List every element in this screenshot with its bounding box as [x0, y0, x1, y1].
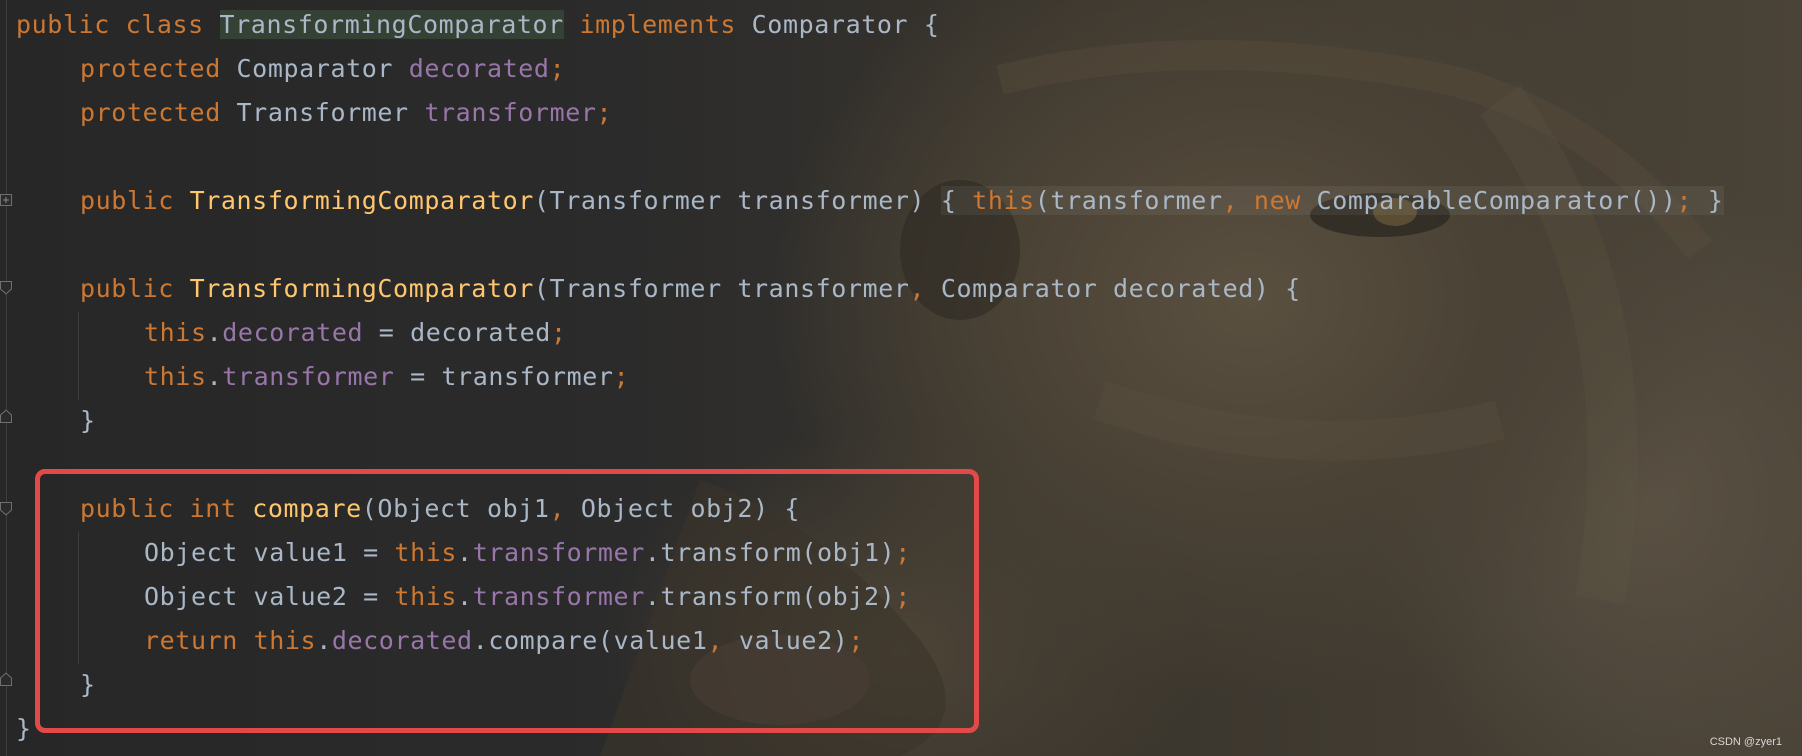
- brace: }: [80, 406, 96, 435]
- field-name: decorated: [222, 318, 364, 347]
- dot: .: [206, 318, 223, 347]
- semicolon: ;: [550, 318, 567, 347]
- assignment: = transformer: [410, 362, 614, 391]
- method-name: TransformingComparator: [189, 186, 534, 215]
- brace: }: [16, 714, 32, 743]
- keyword: protected: [80, 54, 221, 83]
- keyword: this: [144, 318, 207, 347]
- type-name: Comparator: [751, 10, 909, 39]
- semicolon: ;: [549, 54, 566, 83]
- code-line-2: protected Comparator decorated;: [80, 47, 565, 91]
- params: (Transformer transformer): [533, 186, 926, 215]
- code-line-5: public TransformingComparator(Transforme…: [80, 179, 1724, 223]
- method-name: TransformingComparator: [189, 274, 534, 303]
- params: (Transformer transformer: [533, 274, 910, 303]
- code-line-3: protected Transformer transformer;: [80, 91, 612, 135]
- semicolon: ;: [596, 98, 613, 127]
- code-line-8: this.decorated = decorated;: [144, 311, 567, 355]
- watermark: CSDN @zyer1: [1709, 736, 1782, 748]
- semicolon: ;: [613, 362, 630, 391]
- code-line-17: }: [16, 707, 32, 751]
- keyword: implements: [579, 10, 736, 39]
- class-name: TransformingComparator: [219, 10, 564, 39]
- comma: ,: [909, 274, 926, 303]
- fold-end-icon[interactable]: [0, 409, 12, 423]
- fold-collapse-icon[interactable]: [0, 502, 12, 516]
- fold-end-icon[interactable]: [0, 672, 12, 686]
- code-line-9: this.transformer = transformer;: [144, 355, 629, 399]
- brace: {: [923, 10, 940, 39]
- assignment: = decorated: [378, 318, 551, 347]
- field-name: decorated: [408, 54, 550, 83]
- params: Comparator decorated) {: [940, 274, 1301, 303]
- semicolon: ;: [1676, 186, 1693, 215]
- keyword: class: [125, 10, 204, 39]
- fold-collapse-icon[interactable]: [0, 281, 12, 295]
- code-line-10: }: [80, 399, 96, 443]
- comma: ,: [1222, 186, 1239, 215]
- fold-expand-icon[interactable]: [0, 194, 12, 206]
- keyword: new: [1253, 186, 1301, 215]
- red-highlight-box: [35, 469, 979, 733]
- gutter-line: [6, 0, 7, 756]
- code-line-1: public class TransformingComparator impl…: [16, 3, 939, 47]
- type-name: Transformer: [236, 98, 409, 127]
- keyword: public: [80, 274, 174, 303]
- keyword: this: [144, 362, 207, 391]
- folded-body[interactable]: { this(transformer, new ComparableCompar…: [940, 186, 1724, 215]
- args: (transformer: [1034, 186, 1223, 215]
- indent-guide: [78, 312, 79, 400]
- brace: }: [1707, 186, 1724, 215]
- field-name: transformer: [222, 362, 395, 391]
- keyword: protected: [80, 98, 221, 127]
- code-line-7: public TransformingComparator(Transforme…: [80, 267, 1301, 311]
- editor-gutter: [0, 0, 14, 756]
- keyword: public: [16, 10, 110, 39]
- keyword: public: [80, 186, 174, 215]
- brace: {: [940, 186, 957, 215]
- type-name: Comparator: [236, 54, 394, 83]
- field-name: transformer: [424, 98, 597, 127]
- keyword: this: [972, 186, 1035, 215]
- dot: .: [206, 362, 223, 391]
- constructor-call: ComparableComparator()): [1316, 186, 1677, 215]
